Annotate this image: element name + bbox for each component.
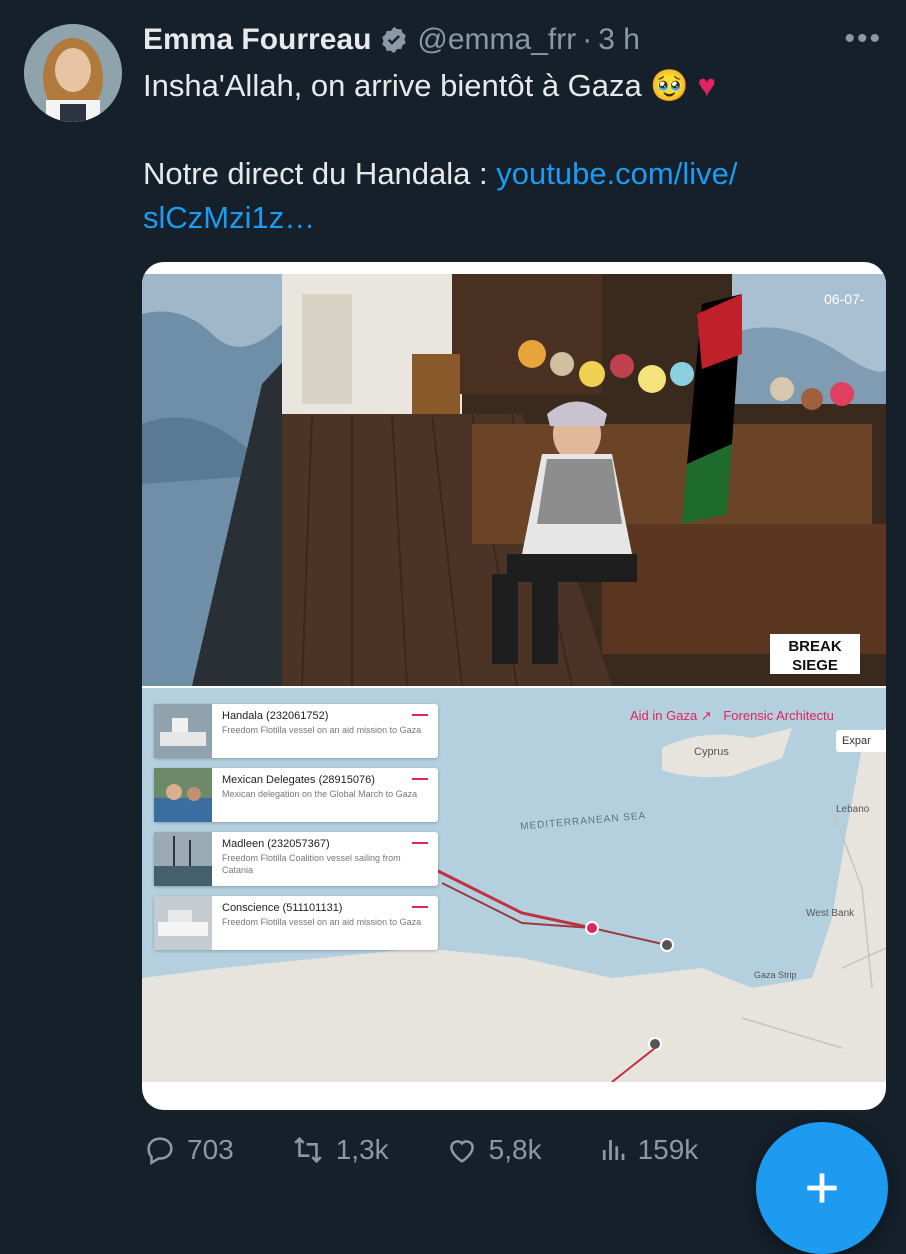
vessel-title: Conscience (511101131) — [222, 902, 343, 914]
tweet-time[interactable]: 3 h — [598, 23, 640, 57]
vessel-color-indicator — [412, 778, 428, 780]
map-links: Aid in Gaza ↗ Forensic Architectu — [630, 708, 834, 724]
reply-icon — [147, 1137, 173, 1166]
label-west-bank: West Bank — [806, 908, 855, 919]
verified-badge-icon[interactable] — [379, 25, 409, 55]
views-icon — [602, 1140, 624, 1160]
label-cyprus: Cyprus — [694, 746, 729, 758]
author-avatar[interactable] — [24, 24, 122, 122]
retweet-icon — [294, 1136, 322, 1164]
vessel-thumbnail — [154, 704, 212, 758]
like-button[interactable]: 5,8k — [445, 1133, 542, 1167]
vessel-card-handala[interactable]: Handala (232061752) Freedom Flotilla ves… — [154, 704, 438, 758]
tweet-line-1-text: Insha'Allah, on arrive bientôt à Gaza — [143, 68, 642, 103]
heart-icon — [449, 1140, 474, 1163]
red-heart-emoji: ♥ — [697, 68, 717, 103]
retweet-count: 1,3k — [335, 1134, 389, 1165]
vessel-color-indicator — [412, 714, 428, 716]
label-gaza-strip: Gaza Strip — [754, 970, 797, 980]
views-count: 159k — [637, 1134, 699, 1165]
vessel-card-madleen[interactable]: Madleen (232057367) Freedom Flotilla Coa… — [154, 832, 438, 886]
vessel-title: Madleen (232057367) — [222, 838, 330, 850]
label-lebanon: Lebano — [836, 804, 870, 815]
tweet-text: Insha'Allah, on arrive bientôt à Gaza 🥹 … — [143, 64, 863, 240]
avatar-photo — [24, 24, 122, 122]
reply-button[interactable]: 703 — [143, 1133, 234, 1167]
youtube-link[interactable]: youtube.com/live/ — [496, 156, 737, 191]
retweet-button[interactable]: 1,3k — [290, 1133, 389, 1167]
vessel-title: Handala (232061752) — [222, 710, 329, 722]
vessel-thumbnail — [154, 896, 212, 950]
views-button[interactable]: 159k — [598, 1133, 699, 1167]
map-expand-button[interactable]: Expar — [836, 730, 886, 752]
aid-in-gaza-link[interactable]: Aid in Gaza ↗ — [630, 708, 712, 723]
author-handle[interactable]: @emma_frr — [417, 23, 576, 57]
compose-tweet-button[interactable] — [756, 1122, 888, 1254]
watermark-line-2: SIEGE — [792, 657, 838, 674]
flotilla-map[interactable]: Aid in Gaza ↗ Forensic Architectu Expar … — [142, 688, 886, 1082]
header-separator: · — [582, 23, 593, 56]
vessel-description: Freedom Flotilla Coalition vessel sailin… — [222, 853, 401, 875]
vessel-thumbnail — [154, 768, 212, 822]
pleading-face-emoji: 🥹 — [650, 68, 690, 103]
tweet-line-2: Notre direct du Handala : youtube.com/li… — [143, 152, 863, 196]
tweet-line-2-prefix: Notre direct du Handala : — [143, 156, 497, 191]
video-frame[interactable]: BREAK SIEGE 06-07- — [142, 274, 886, 686]
vessel-description: Mexican delegation on the Global March t… — [222, 789, 418, 799]
forensic-architecture-link[interactable]: Forensic Architectu — [723, 708, 834, 723]
vessel-color-indicator — [412, 906, 428, 908]
tweet-media[interactable]: BREAK SIEGE 06-07- Aid in Gaza ↗ Forensi… — [142, 262, 886, 1110]
vessel-color-indicator — [412, 842, 428, 844]
tweet-line-3: slCzMzi1z… — [143, 196, 863, 240]
vessel-description: Freedom Flotilla vessel on an aid missio… — [222, 917, 422, 927]
more-options-icon[interactable]: ••• — [844, 24, 882, 54]
plus-icon — [807, 1173, 837, 1203]
reply-count: 703 — [187, 1134, 234, 1165]
tweet-header: Emma Fourreau @emma_frr · 3 h — [143, 18, 846, 62]
watermark-line-1: BREAK — [788, 638, 842, 655]
vessel-card-mexican-delegates[interactable]: Mexican Delegates (28915076) Mexican del… — [154, 768, 438, 822]
vessel-title: Mexican Delegates (28915076) — [222, 774, 375, 786]
like-count: 5,8k — [488, 1134, 542, 1165]
vessel-description: Freedom Flotilla vessel on an aid missio… — [222, 725, 422, 735]
vessel-card-conscience[interactable]: Conscience (511101131) Freedom Flotilla … — [154, 896, 438, 950]
tweet-line-1: Insha'Allah, on arrive bientôt à Gaza 🥹 … — [143, 64, 863, 108]
author-name[interactable]: Emma Fourreau — [143, 23, 371, 57]
vessel-thumbnail — [154, 832, 212, 886]
youtube-link-continued[interactable]: slCzMzi1z… — [143, 200, 315, 235]
video-timestamp: 06-07- — [824, 291, 865, 307]
